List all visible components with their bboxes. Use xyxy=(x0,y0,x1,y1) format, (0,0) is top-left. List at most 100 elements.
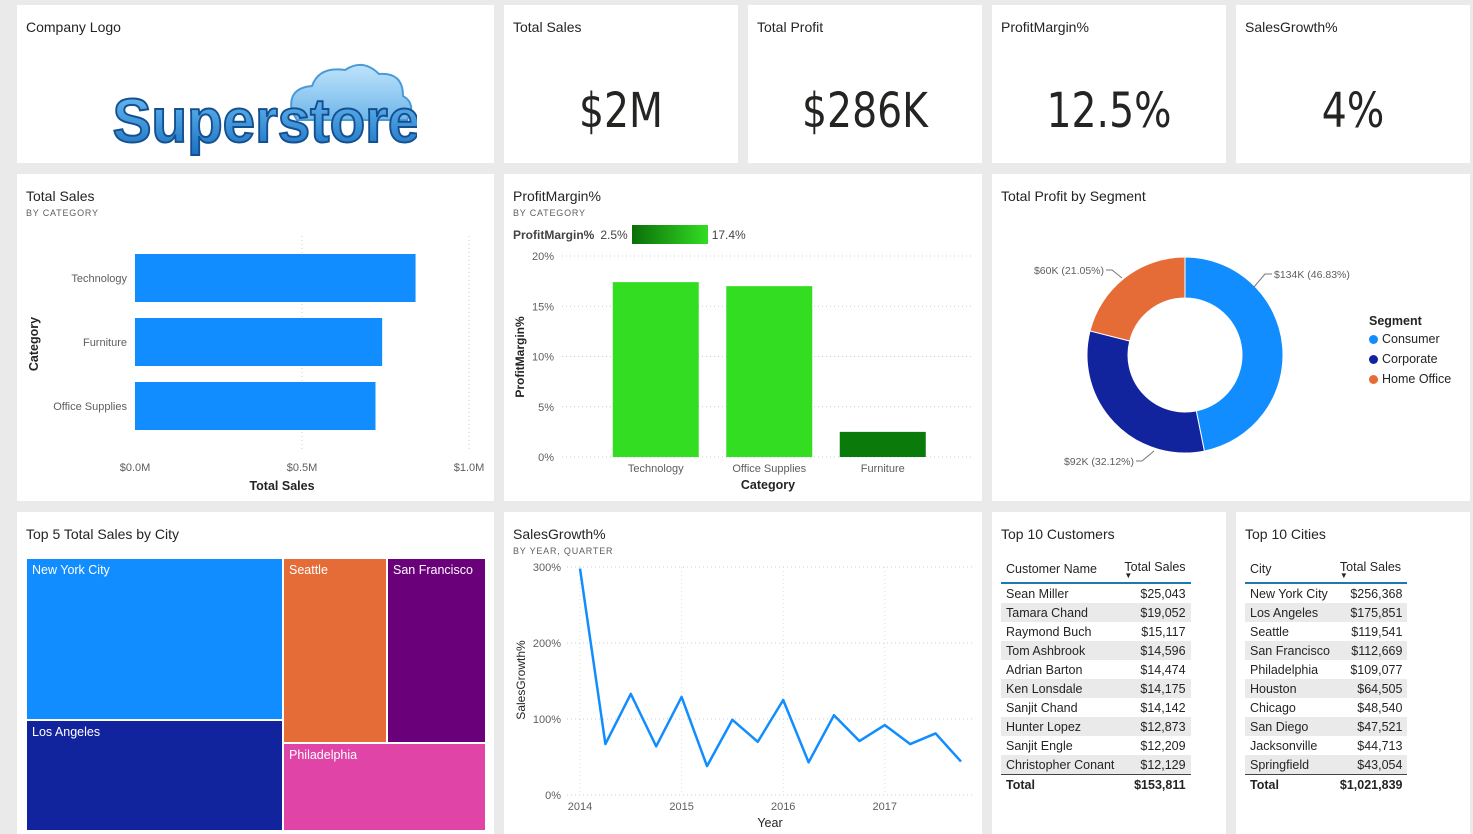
table-row[interactable]: Sanjit Chand $14,142 xyxy=(1001,698,1191,717)
kpi-title: Total Profit xyxy=(757,19,824,35)
treemap-tile-san-francisco[interactable]: San Francisco xyxy=(387,558,486,743)
category-tick-label: Furniture xyxy=(83,337,127,349)
x-tick-label: Furniture xyxy=(861,463,905,475)
bar xyxy=(135,318,383,366)
table-row[interactable]: San Diego $47,521 xyxy=(1245,717,1408,736)
legend-label: Corporate xyxy=(1382,352,1438,366)
table-total-row: Total $1,021,839 xyxy=(1245,774,1408,794)
table-row[interactable]: Seattle $119,541 xyxy=(1245,622,1407,641)
table-row[interactable]: Adrian Barton $14,474 xyxy=(1001,660,1191,679)
table-cell-value: $112,669 xyxy=(1334,641,1408,660)
column-header-customer-name[interactable]: Customer Name xyxy=(1001,558,1120,584)
table-row[interactable]: Tamara Chand $19,052 xyxy=(1001,603,1191,622)
margin-by-category-card[interactable]: ProfitMargin% BY CATEGORY ProfitMargin% … xyxy=(504,174,982,501)
table-cell-name: San Francisco xyxy=(1245,641,1335,660)
legend-item-corporate[interactable]: Corporate xyxy=(1369,352,1451,366)
profit-by-segment-chart[interactable]: $134K (46.83%) $92K (32.12%) $60K (21.05%) xyxy=(992,174,1362,501)
table-row[interactable]: Jacksonville $44,713 xyxy=(1245,736,1407,755)
table-cell-value: $12,209 xyxy=(1140,738,1186,753)
table-row[interactable]: Philadelphia $109,077 xyxy=(1245,660,1407,679)
table-row[interactable]: Sean Miller $25,043 xyxy=(1001,583,1191,603)
y-tick-label: 300% xyxy=(533,562,561,574)
donut-slice xyxy=(1184,256,1284,452)
table-row[interactable]: Christopher Conant $12,129 xyxy=(1001,755,1191,775)
kpi-title: SalesGrowth% xyxy=(1245,19,1338,35)
table-row[interactable]: San Francisco $112,669 xyxy=(1245,641,1408,660)
sort-desc-icon: ▼ xyxy=(1339,571,1348,580)
table-cell-value: $175,851 xyxy=(1334,603,1408,622)
treemap-card[interactable]: Top 5 Total Sales by City New York City … xyxy=(17,512,494,834)
donut-slice xyxy=(1089,256,1186,342)
table-row[interactable]: Raymond Buch $15,117 xyxy=(1001,622,1191,641)
legend-label: Consumer xyxy=(1382,332,1440,346)
x-axis-title: Category xyxy=(741,478,795,492)
table-cell-name: Ken Lonsdale xyxy=(1001,679,1120,698)
treemap-tile-los-angeles[interactable]: Los Angeles xyxy=(26,720,283,831)
x-tick-label: $0.5M xyxy=(287,462,318,474)
logo-card: Company Logo Superstore xyxy=(17,5,494,163)
table-cell-value: $109,077 xyxy=(1350,662,1403,677)
table-cell-value: $44,713 xyxy=(1357,738,1403,753)
y-tick-label: 200% xyxy=(533,638,561,650)
table-cell-name: Jacksonville xyxy=(1250,738,1318,753)
table-row[interactable]: Springfield $43,054 xyxy=(1245,755,1408,775)
treemap-tile-new-york-city[interactable]: New York City xyxy=(26,558,283,720)
table-cell-name: Philadelphia xyxy=(1250,662,1319,677)
legend-item-home-office[interactable]: Home Office xyxy=(1369,372,1451,386)
sales-growth-card[interactable]: SalesGrowth% BY YEAR, QUARTER 0% 100% 200%… xyxy=(504,512,982,834)
x-tick-label: 2016 xyxy=(771,801,795,813)
kpi-total-profit: Total Profit $286K xyxy=(748,5,982,163)
x-axis-title: Year xyxy=(757,816,782,830)
kpi-value: $2M xyxy=(578,83,664,139)
table-cell-name: San Diego xyxy=(1245,717,1335,736)
table-row[interactable]: New York City $256,368 xyxy=(1245,583,1407,603)
sales-growth-chart[interactable]: 0%100%200%300%2014 2015 2016 2017YearSalesG… xyxy=(504,512,982,834)
top-customers-card: Top 10 Customers Customer Name Total Sal… xyxy=(992,512,1226,834)
table-cell-value: $14,596 xyxy=(1119,641,1191,660)
margin-by-category-chart[interactable]: 0% 5% 10% 15% 20% Technology Office Supplies Fu… xyxy=(504,174,982,501)
sales-by-category-chart[interactable]: Technology Furniture Office Supplies $0.0M $… xyxy=(17,174,494,501)
data-label: $60K (21.05%) xyxy=(1034,265,1104,277)
treemap-tile-seattle[interactable]: Seattle xyxy=(283,558,387,743)
table-cell-name: Seattle xyxy=(1250,624,1289,639)
x-tick-label: 2017 xyxy=(873,801,897,813)
sales-by-category-card[interactable]: Total Sales BY CATEGORY Technology Furnit… xyxy=(17,174,494,501)
x-tick-label: Office Supplies xyxy=(732,463,806,475)
bar xyxy=(135,254,416,302)
table-row[interactable]: Houston $64,505 xyxy=(1245,679,1408,698)
table-cell-name: Houston xyxy=(1245,679,1335,698)
legend-title: Segment xyxy=(1369,314,1422,328)
svg-text:Superstore: Superstore xyxy=(113,86,417,155)
table-cell-name: Tom Ashbrook xyxy=(1001,641,1120,660)
table-cell-value: $14,474 xyxy=(1140,662,1186,677)
kpi-value: 12.5% xyxy=(1046,83,1172,139)
table-cell-value: $14,142 xyxy=(1140,700,1186,715)
y-axis-title: Category xyxy=(27,317,41,371)
table-row[interactable]: Chicago $48,540 xyxy=(1245,698,1407,717)
table-row[interactable]: Hunter Lopez $12,873 xyxy=(1001,717,1191,736)
logo-card-title: Company Logo xyxy=(26,19,121,35)
profit-by-segment-card[interactable]: Total Profit by Segment $134K (46.83%) $9… xyxy=(992,174,1470,501)
table-cell-value: $15,117 xyxy=(1141,624,1186,639)
kpi-profit-margin: ProfitMargin% 12.5% xyxy=(992,5,1226,163)
table-cell-name: Sanjit Engle xyxy=(1006,738,1073,753)
column-header-total-sales[interactable]: Total Sales ▼ xyxy=(1119,558,1191,584)
x-tick-label: 2014 xyxy=(568,801,592,813)
table-row[interactable]: Ken Lonsdale $14,175 xyxy=(1001,679,1191,698)
table-cell-value: $119,541 xyxy=(1351,624,1403,639)
leader-line xyxy=(1106,269,1123,279)
kpi-total-sales: Total Sales $2M xyxy=(504,5,738,163)
y-tick-label: 15% xyxy=(532,301,554,313)
kpi-sales-growth: SalesGrowth% 4% xyxy=(1236,5,1470,163)
column-header-city[interactable]: City xyxy=(1245,558,1335,584)
table-row[interactable]: Tom Ashbrook $14,596 xyxy=(1001,641,1191,660)
total-label: Total xyxy=(1245,774,1335,794)
segment-legend: Segment Consumer Corporate Home Office xyxy=(1369,314,1451,392)
table-row[interactable]: Sanjit Engle $12,209 xyxy=(1001,736,1191,755)
table-row[interactable]: Los Angeles $175,851 xyxy=(1245,603,1408,622)
x-axis-title: Total Sales xyxy=(249,479,314,493)
treemap-tile-philadelphia[interactable]: Philadelphia xyxy=(283,743,486,831)
legend-item-consumer[interactable]: Consumer xyxy=(1369,332,1451,346)
x-tick-label: Technology xyxy=(628,463,684,475)
column-header-total-sales[interactable]: Total Sales ▼ xyxy=(1334,558,1408,584)
